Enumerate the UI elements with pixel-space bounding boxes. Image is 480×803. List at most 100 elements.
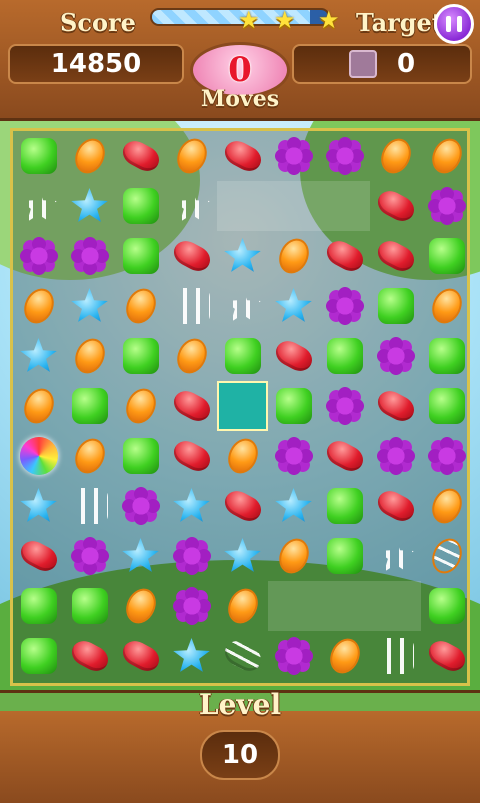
board-cell[interactable] bbox=[64, 531, 115, 581]
board-cell[interactable] bbox=[13, 381, 64, 431]
board-cell[interactable] bbox=[13, 531, 64, 581]
board-cell[interactable] bbox=[166, 531, 217, 581]
board-cell[interactable] bbox=[64, 281, 115, 331]
board-cell[interactable] bbox=[421, 581, 472, 631]
board-cell[interactable] bbox=[268, 281, 319, 331]
board-cell[interactable] bbox=[166, 131, 217, 181]
board-cell[interactable] bbox=[217, 431, 268, 481]
board-cell[interactable] bbox=[217, 281, 268, 331]
board-cell[interactable] bbox=[64, 231, 115, 281]
board-cell[interactable] bbox=[319, 381, 370, 431]
orange-candy-icon bbox=[69, 433, 110, 479]
board-cell[interactable] bbox=[268, 481, 319, 531]
board-cell[interactable] bbox=[166, 181, 217, 231]
board-cell[interactable] bbox=[217, 631, 268, 681]
board-cell[interactable] bbox=[370, 531, 421, 581]
board-cell[interactable] bbox=[370, 131, 421, 181]
board-cell[interactable] bbox=[115, 531, 166, 581]
board-cell[interactable] bbox=[64, 131, 115, 181]
board-cell[interactable] bbox=[370, 281, 421, 331]
board-cell[interactable] bbox=[319, 131, 370, 181]
board-cell[interactable] bbox=[166, 231, 217, 281]
board-cell[interactable] bbox=[13, 481, 64, 531]
board-cell[interactable] bbox=[268, 331, 319, 381]
board-cell[interactable] bbox=[115, 231, 166, 281]
board-cell[interactable] bbox=[166, 431, 217, 481]
board-cell[interactable] bbox=[217, 481, 268, 531]
board-cell[interactable] bbox=[421, 181, 472, 231]
board-cell[interactable] bbox=[64, 581, 115, 631]
board-cell[interactable] bbox=[13, 431, 64, 481]
board-cell[interactable] bbox=[115, 631, 166, 681]
board-cell[interactable] bbox=[64, 631, 115, 681]
board-cell[interactable] bbox=[13, 281, 64, 331]
empty-tile bbox=[319, 581, 370, 631]
board-cell[interactable] bbox=[217, 531, 268, 581]
board-cell[interactable] bbox=[166, 331, 217, 381]
board-cell[interactable] bbox=[370, 631, 421, 681]
board-cell[interactable] bbox=[115, 481, 166, 531]
board-cell[interactable] bbox=[268, 631, 319, 681]
selected-tile[interactable] bbox=[217, 381, 268, 431]
board-cell[interactable] bbox=[166, 381, 217, 431]
board-cell[interactable] bbox=[370, 231, 421, 281]
board-cell[interactable] bbox=[421, 481, 472, 531]
board-cell[interactable] bbox=[370, 481, 421, 531]
board-cell[interactable] bbox=[115, 181, 166, 231]
board-cell[interactable] bbox=[115, 131, 166, 181]
board-cell[interactable] bbox=[319, 231, 370, 281]
board-cell[interactable] bbox=[319, 481, 370, 531]
board-cell[interactable] bbox=[421, 381, 472, 431]
board-cell[interactable] bbox=[370, 381, 421, 431]
purple-candy-icon bbox=[324, 386, 365, 426]
board-cell[interactable] bbox=[166, 631, 217, 681]
board-cell[interactable] bbox=[64, 481, 115, 531]
board-cell[interactable] bbox=[13, 581, 64, 631]
board-cell[interactable] bbox=[370, 431, 421, 481]
board-cell[interactable] bbox=[115, 381, 166, 431]
board-cell[interactable] bbox=[268, 431, 319, 481]
blue-candy-icon bbox=[20, 488, 57, 522]
board-cell[interactable] bbox=[13, 181, 64, 231]
board-cell[interactable] bbox=[166, 581, 217, 631]
board-cell[interactable] bbox=[319, 431, 370, 481]
board-cell[interactable] bbox=[370, 331, 421, 381]
board-cell[interactable] bbox=[319, 281, 370, 331]
board-cell[interactable] bbox=[319, 331, 370, 381]
board-cell[interactable] bbox=[217, 231, 268, 281]
board-cell[interactable] bbox=[319, 631, 370, 681]
board-cell[interactable] bbox=[13, 231, 64, 281]
board-cell[interactable] bbox=[217, 131, 268, 181]
board-cell[interactable] bbox=[13, 331, 64, 381]
board-cell[interactable] bbox=[115, 281, 166, 331]
board-cell[interactable] bbox=[268, 381, 319, 431]
board-cell[interactable] bbox=[268, 131, 319, 181]
board-cell[interactable] bbox=[421, 281, 472, 331]
board-cell[interactable] bbox=[115, 331, 166, 381]
board-cell[interactable] bbox=[64, 331, 115, 381]
red-candy-icon bbox=[322, 236, 367, 276]
board-cell[interactable] bbox=[370, 181, 421, 231]
board-cell[interactable] bbox=[166, 281, 217, 331]
board-cell[interactable] bbox=[421, 431, 472, 481]
pause-button[interactable] bbox=[434, 4, 474, 44]
board-cell[interactable] bbox=[13, 131, 64, 181]
board-cell[interactable] bbox=[64, 431, 115, 481]
board-cell[interactable] bbox=[217, 581, 268, 631]
board-cell[interactable] bbox=[421, 331, 472, 381]
board-cell[interactable] bbox=[115, 431, 166, 481]
board-cell[interactable] bbox=[64, 181, 115, 231]
board-cell[interactable] bbox=[13, 631, 64, 681]
board-cell[interactable] bbox=[319, 531, 370, 581]
board-cell[interactable] bbox=[166, 481, 217, 531]
board-cell[interactable] bbox=[268, 531, 319, 581]
board-cell[interactable] bbox=[217, 331, 268, 381]
board-cell[interactable] bbox=[421, 531, 472, 581]
board-cell[interactable] bbox=[421, 631, 472, 681]
board-cell[interactable] bbox=[268, 231, 319, 281]
board-cell[interactable] bbox=[421, 231, 472, 281]
orange-candy-icon bbox=[120, 583, 161, 629]
board-cell[interactable] bbox=[64, 381, 115, 431]
board-cell[interactable] bbox=[421, 131, 472, 181]
board-cell[interactable] bbox=[115, 581, 166, 631]
